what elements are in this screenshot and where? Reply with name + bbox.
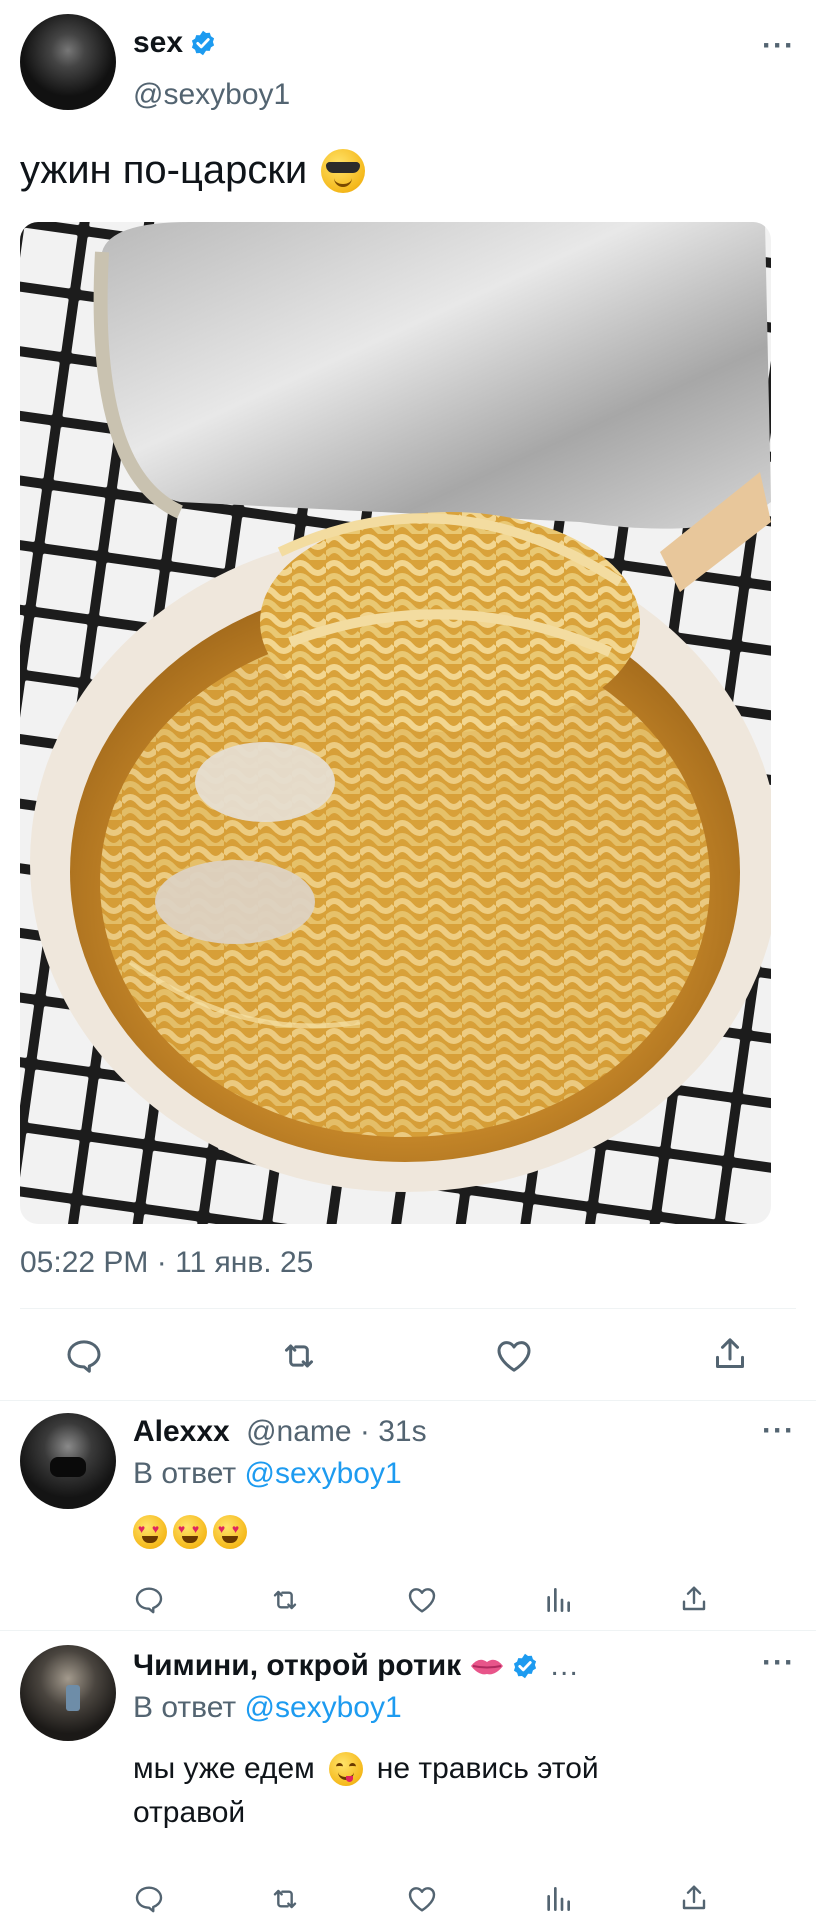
tweet-text-row: ужин по-царски bbox=[20, 148, 366, 193]
reply-author-name[interactable]: Alexxx bbox=[133, 1415, 230, 1448]
share-icon[interactable] bbox=[710, 1334, 750, 1374]
analytics-icon[interactable] bbox=[542, 1883, 574, 1915]
author-name[interactable]: sex bbox=[133, 26, 183, 60]
reply-context: В ответ @sexyboy1 bbox=[133, 1457, 402, 1491]
retweet-icon[interactable] bbox=[278, 1336, 320, 1376]
reply-avatar[interactable] bbox=[20, 1645, 116, 1741]
heart-eyes-emoji-icon: ♥ ♥ bbox=[173, 1515, 207, 1549]
retweet-icon[interactable] bbox=[268, 1883, 302, 1915]
reply-text-part1: мы уже едем bbox=[133, 1752, 315, 1785]
reply-header: Alexxx @name · 31s bbox=[133, 1415, 427, 1449]
like-icon[interactable] bbox=[494, 1336, 534, 1376]
reply-context: В ответ @sexyboy1 bbox=[133, 1691, 402, 1725]
reply-to-link[interactable]: @sexyboy1 bbox=[244, 1457, 401, 1490]
tweet-timestamp[interactable]: 05:22 PM · 11 янв. 25 bbox=[20, 1246, 313, 1280]
author-handle[interactable]: @sexyboy1 bbox=[133, 78, 290, 112]
verified-badge-icon bbox=[511, 1652, 539, 1680]
reply-text: мы уже едем не травись этой отравой bbox=[133, 1747, 599, 1835]
heart-eyes-emoji-icon: ♥ ♥ bbox=[133, 1515, 167, 1549]
analytics-icon[interactable] bbox=[542, 1584, 574, 1616]
reply-item[interactable]: Чимини, открой ротик … ··· В ответ @sexy… bbox=[0, 1631, 816, 1920]
divider bbox=[20, 1308, 796, 1309]
reply-prefix: В ответ bbox=[133, 1691, 237, 1724]
like-icon[interactable] bbox=[406, 1883, 438, 1915]
author-name-row[interactable]: sex bbox=[133, 26, 217, 60]
more-options-icon[interactable]: ··· bbox=[762, 1416, 795, 1446]
reply-text-line2: отравой bbox=[133, 1796, 246, 1829]
more-options-icon[interactable]: ··· bbox=[762, 31, 795, 61]
reply-handle-time[interactable]: @name · 31s bbox=[246, 1415, 427, 1448]
retweet-icon[interactable] bbox=[268, 1584, 302, 1616]
reply-author-name[interactable]: Чимини, открой ротик bbox=[133, 1649, 461, 1683]
like-icon[interactable] bbox=[406, 1584, 438, 1616]
reply-avatar[interactable] bbox=[20, 1413, 116, 1509]
lips-emoji-icon bbox=[469, 1654, 505, 1678]
reply-header: Чимини, открой ротик … bbox=[133, 1649, 579, 1683]
tweet-text: ужин по-царски bbox=[20, 148, 308, 192]
reply-icon[interactable] bbox=[133, 1883, 165, 1915]
more-options-icon[interactable]: ··· bbox=[762, 1648, 795, 1678]
name-truncation: … bbox=[549, 1649, 580, 1682]
tweet-media-image[interactable] bbox=[20, 222, 771, 1224]
share-icon[interactable] bbox=[678, 1882, 710, 1914]
verified-badge-icon bbox=[189, 29, 217, 57]
reply-to-link[interactable]: @sexyboy1 bbox=[244, 1691, 401, 1724]
reply-emoji-row: ♥ ♥ ♥ ♥ ♥ ♥ bbox=[133, 1515, 247, 1549]
sunglasses-emoji-icon bbox=[321, 148, 366, 193]
author-avatar[interactable] bbox=[20, 14, 116, 110]
reply-prefix: В ответ bbox=[133, 1457, 237, 1490]
heart-eyes-emoji-icon: ♥ ♥ bbox=[213, 1515, 247, 1549]
reply-text-part2: не травись этой bbox=[376, 1752, 599, 1785]
share-icon[interactable] bbox=[678, 1583, 710, 1615]
reply-item[interactable]: Alexxx @name · 31s ··· В ответ @sexyboy1… bbox=[0, 1401, 816, 1629]
reply-icon[interactable] bbox=[64, 1336, 104, 1376]
yum-emoji-icon bbox=[328, 1752, 363, 1786]
reply-icon[interactable] bbox=[133, 1584, 165, 1616]
